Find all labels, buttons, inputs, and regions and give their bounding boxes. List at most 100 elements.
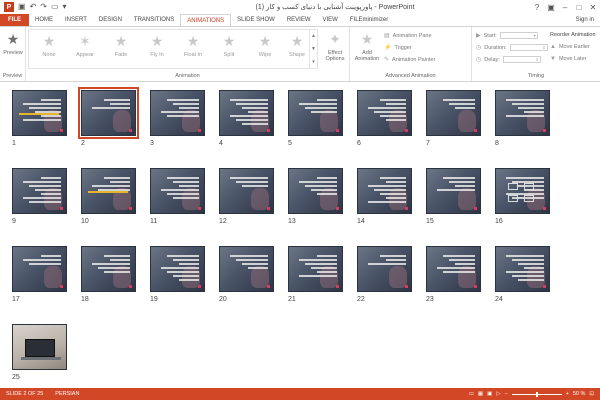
redo-icon[interactable]: ↷ [40,2,47,12]
animation-fly-in-label: Fly In [150,52,164,58]
slide-number: 6 [357,140,361,147]
slide-thumbnail[interactable] [219,246,274,292]
tab-home[interactable]: HOME [29,14,59,26]
animation-pane-button[interactable]: ▤ Animation Pane [384,32,432,40]
tab-file[interactable]: FILE [0,14,29,26]
duration-label: Duration: [484,44,507,51]
maximize-icon[interactable]: □ [572,3,586,12]
tab-transitions[interactable]: TRANSITIONS [128,14,180,26]
fit-to-window-icon[interactable]: ⊡ [589,391,594,397]
animation-appear[interactable]: ✶ Appear [67,33,103,58]
gallery-up-icon[interactable]: ▲ [311,33,316,39]
customize-qat-icon[interactable]: ▾ [63,2,67,12]
slide-thumbnail[interactable] [426,90,481,136]
animation-split-label: Split [223,52,235,58]
trigger-button[interactable]: ⚡ Trigger [384,44,412,52]
slideshow-start-icon[interactable]: ▭ [51,2,59,12]
slide-thumbnail[interactable] [288,168,343,214]
slide-thumbnail[interactable] [12,324,67,370]
animation-float-in[interactable]: ★ Float In [175,33,211,58]
preview-group-label: Preview [2,73,23,79]
delay-input[interactable]: ⇕ [502,56,541,63]
slide-thumbnail[interactable] [357,90,412,136]
slide-number: 1 [12,140,16,147]
slide-number: 19 [150,296,158,303]
gallery-more-icon[interactable]: ▾ [312,59,315,65]
animation-wipe-label: Wipe [258,52,272,58]
slide-thumbnail[interactable] [150,246,205,292]
start-select[interactable]: ▾ [499,32,538,39]
zoom-out-icon[interactable]: – [505,391,508,397]
slide-thumbnail[interactable] [288,246,343,292]
effect-options-button[interactable]: ✦ Effect Options [322,31,348,62]
tab-design[interactable]: DESIGN [93,14,128,26]
slide-number: 9 [12,218,16,225]
move-earlier-button[interactable]: ▲ Move Earlier [550,44,590,50]
float-in-star-icon: ★ [186,33,200,49]
slide-thumbnail[interactable] [495,246,550,292]
tab-animations[interactable]: ANIMATIONS [180,14,232,26]
slide-count: SLIDE 2 OF 25 [6,391,44,397]
sign-in-link[interactable]: Sign in [576,14,600,26]
slide-thumbnail[interactable] [12,168,67,214]
slide-thumbnail[interactable] [495,90,550,136]
slide-thumbnail[interactable] [12,90,67,136]
zoom-in-icon[interactable]: + [566,391,569,397]
gallery-scroll[interactable]: ▲ ▼ ▾ [309,30,317,68]
tab-view[interactable]: VIEW [317,14,344,26]
zoom-slider-knob[interactable] [535,391,538,397]
animation-painter-icon: ✎ [384,57,390,63]
help-icon[interactable]: ? [530,3,544,12]
add-animation-star-icon: ★ [360,31,374,47]
tab-review[interactable]: REVIEW [281,14,317,26]
slide-thumbnail[interactable] [495,168,550,214]
animation-fade[interactable]: ★ Fade [103,33,139,58]
add-animation-button[interactable]: ★ Add Animation [352,31,382,62]
preview-button[interactable]: ★ Preview [1,31,25,56]
delay-icon: ◷ [476,57,482,63]
duration-input[interactable]: ⇕ [509,44,548,51]
slide-thumbnail[interactable] [426,246,481,292]
slide-thumbnail[interactable] [219,90,274,136]
slideshow-view-icon[interactable]: ▷ [496,391,500,397]
tab-insert[interactable]: INSERT [59,14,93,26]
zoom-slider[interactable] [511,391,562,397]
slide-thumbnail[interactable] [426,168,481,214]
move-later-label: Move Later [558,56,587,62]
animation-gallery: ★ None ✶ Appear ★ Fade ★ Fly In ★ Float In ★ S… [28,29,318,69]
tab-fileminimizer[interactable]: FILEminimizer [344,14,394,26]
sorter-view-icon[interactable]: ▦ [478,391,483,397]
language-indicator[interactable]: PERSIAN [49,391,85,397]
slide-thumbnail[interactable] [357,246,412,292]
animation-none[interactable]: ★ None [31,33,67,58]
slide-thumbnail[interactable] [357,168,412,214]
slide-thumbnail[interactable] [150,90,205,136]
animation-split[interactable]: ★ Split [211,33,247,58]
ribbon-tabs: FILE HOME INSERT DESIGN TRANSITIONS ANIM… [0,14,600,26]
slide-thumbnail[interactable] [12,246,67,292]
ribbon-display-icon[interactable]: ▣ [544,3,558,12]
zoom-level[interactable]: 50 % [573,391,586,397]
animation-fly-in[interactable]: ★ Fly In [139,33,175,58]
animation-wipe[interactable]: ★ Wipe [247,33,283,58]
slide-thumbnail[interactable] [150,168,205,214]
save-icon[interactable]: ▣ [18,2,26,12]
undo-icon[interactable]: ↶ [30,2,37,12]
slide-thumbnail[interactable] [81,168,136,214]
minimize-icon[interactable]: – [558,3,572,12]
reading-view-icon[interactable]: ▣ [487,391,492,397]
tab-slide-show[interactable]: SLIDE SHOW [231,14,281,26]
slide-thumbnail[interactable] [219,168,274,214]
gallery-down-icon[interactable]: ▼ [311,46,316,52]
preview-group: ★ Preview Preview [0,27,26,81]
move-earlier-label: Move Earlier [558,44,590,50]
window-title: پاورپوینت آشنایی با دنیای کسب و کار (1) … [255,4,415,11]
move-later-button[interactable]: ▼ Move Later [550,56,586,62]
slide-thumbnail[interactable] [288,90,343,136]
slide-thumbnail[interactable] [81,246,136,292]
preview-label: Preview [3,50,23,56]
normal-view-icon[interactable]: ▭ [469,391,474,397]
animation-painter-button[interactable]: ✎ Animation Painter [384,56,435,64]
slide-thumbnail[interactable] [78,87,139,139]
close-icon[interactable]: ✕ [586,3,600,12]
